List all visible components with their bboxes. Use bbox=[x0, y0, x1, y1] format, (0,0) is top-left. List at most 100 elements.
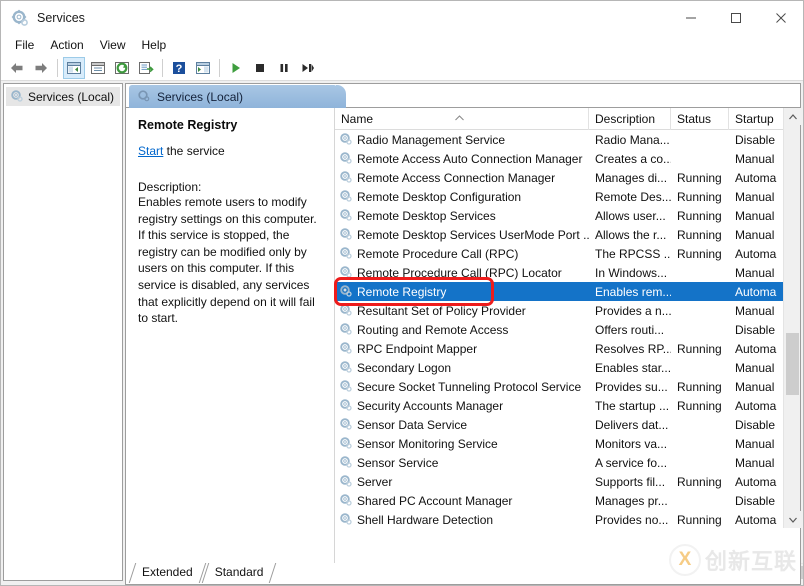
services-window: Services File Action View Help bbox=[0, 0, 804, 586]
cell-startup: Manual bbox=[729, 152, 791, 166]
table-row[interactable]: Routing and Remote AccessOffers routi...… bbox=[335, 320, 800, 339]
tree-item-label: Services (Local) bbox=[28, 90, 114, 104]
table-row[interactable]: Security Accounts ManagerThe startup ...… bbox=[335, 396, 800, 415]
cell-name: Radio Management Service bbox=[335, 132, 589, 148]
pane-tab-services-local[interactable]: Services (Local) bbox=[129, 85, 337, 108]
table-row[interactable]: ServerSupports fil...RunningAutomа bbox=[335, 472, 800, 491]
table-row[interactable]: Resultant Set of Policy ProviderProvides… bbox=[335, 301, 800, 320]
table-row[interactable]: Shell Hardware DetectionProvides no...Ru… bbox=[335, 510, 800, 528]
watermark-logo-icon: X bbox=[669, 544, 701, 576]
menu-view[interactable]: View bbox=[92, 36, 134, 54]
help-icon[interactable]: ? bbox=[168, 57, 190, 79]
stop-service-icon[interactable] bbox=[249, 57, 271, 79]
restart-service-icon[interactable] bbox=[297, 57, 319, 79]
table-row[interactable]: RPC Endpoint MapperResolves RP...Running… bbox=[335, 339, 800, 358]
services-gear-icon bbox=[137, 89, 150, 105]
window-title: Services bbox=[37, 11, 85, 25]
table-row[interactable]: Remote Access Auto Connection ManagerCre… bbox=[335, 149, 800, 168]
refresh-icon[interactable] bbox=[111, 57, 133, 79]
pause-service-icon[interactable] bbox=[273, 57, 295, 79]
properties-icon[interactable] bbox=[87, 57, 109, 79]
table-row[interactable]: Remote Desktop ConfigurationRemote Des..… bbox=[335, 187, 800, 206]
maximize-button[interactable] bbox=[713, 1, 758, 34]
cell-name: Remote Desktop Services bbox=[335, 208, 589, 224]
pane-content: Remote Registry Start the service Descri… bbox=[126, 108, 800, 580]
list-rows: Radio Management Service Radio Mana... Dis… bbox=[335, 130, 800, 528]
service-name-label: Remote Desktop Services UserMode Port ..… bbox=[357, 228, 589, 242]
cell-startup: Manual bbox=[729, 266, 791, 280]
table-row[interactable]: Sensor Monitoring ServiceMonitors va...M… bbox=[335, 434, 800, 453]
cell-description: Offers routi... bbox=[589, 323, 671, 337]
cell-name: Remote Registry bbox=[335, 284, 589, 300]
services-gear-icon bbox=[10, 89, 23, 105]
cell-description: Radio Mana... bbox=[589, 133, 671, 147]
services-gear-icon bbox=[339, 284, 352, 300]
column-header-name[interactable]: Name bbox=[335, 108, 589, 130]
cell-description: Allows user... bbox=[589, 209, 671, 223]
service-name-label: Sensor Service bbox=[357, 456, 438, 470]
table-row[interactable]: Remote Desktop ServicesAllows user...Run… bbox=[335, 206, 800, 225]
minimize-button[interactable] bbox=[668, 1, 713, 34]
cell-description: Creates a co... bbox=[589, 152, 671, 166]
cell-name: RPC Endpoint Mapper bbox=[335, 341, 589, 357]
window-controls bbox=[668, 1, 803, 34]
close-button[interactable] bbox=[758, 1, 803, 34]
service-name-label: Remote Access Connection Manager bbox=[357, 171, 555, 185]
sort-ascending-icon bbox=[455, 110, 464, 116]
cell-startup: Disable bbox=[729, 133, 791, 147]
cell-startup: Manual bbox=[729, 209, 791, 223]
service-name-label: Shared PC Account Manager bbox=[357, 494, 512, 508]
cell-startup: Automа bbox=[729, 171, 791, 185]
cell-startup: Automа bbox=[729, 513, 791, 527]
results-pane: Services (Local) Remote Registry Start t… bbox=[125, 83, 801, 581]
cell-name: Remote Access Connection Manager bbox=[335, 170, 589, 186]
show-hide-console-tree-icon[interactable] bbox=[63, 57, 85, 79]
table-row[interactable]: Remote Desktop Services UserMode Port ..… bbox=[335, 225, 800, 244]
view-tab-standard[interactable]: Standard bbox=[203, 563, 274, 583]
cell-startup: Automа bbox=[729, 399, 791, 413]
scroll-up-icon[interactable] bbox=[784, 108, 801, 125]
toolbar-separator-2 bbox=[162, 59, 163, 77]
table-row[interactable]: Sensor ServiceA service fo...Manual bbox=[335, 453, 800, 472]
start-service-link[interactable]: Start bbox=[138, 144, 163, 158]
table-row[interactable]: Remote Procedure Call (RPC) LocatorIn Wi… bbox=[335, 263, 800, 282]
vertical-scrollbar[interactable] bbox=[783, 108, 800, 528]
table-row[interactable]: Radio Management Service Radio Mana... Dis… bbox=[335, 130, 800, 149]
table-row[interactable]: Sensor Data ServiceDelivers dat...Disabl… bbox=[335, 415, 800, 434]
view-tab-extended[interactable]: Extended bbox=[130, 563, 203, 583]
table-row[interactable]: Shared PC Account ManagerManages pr...Di… bbox=[335, 491, 800, 510]
table-row[interactable]: Remote RegistryEnables rem...Automа bbox=[335, 282, 800, 301]
console-tree-pane: Services (Local) bbox=[3, 83, 123, 581]
vertical-scrollbar-thumb[interactable] bbox=[786, 333, 799, 395]
cell-status: Running bbox=[671, 513, 729, 527]
table-row[interactable]: Remote Procedure Call (RPC)The RPCSS ...… bbox=[335, 244, 800, 263]
menu-help[interactable]: Help bbox=[134, 36, 175, 54]
table-row[interactable]: Secure Socket Tunneling Protocol Service… bbox=[335, 377, 800, 396]
export-list-icon[interactable] bbox=[135, 57, 157, 79]
service-name-label: Radio Management Service bbox=[357, 133, 505, 147]
cell-startup: Disable bbox=[729, 323, 791, 337]
show-action-pane-icon[interactable] bbox=[192, 57, 214, 79]
tree-item-services-local[interactable]: Services (Local) bbox=[6, 87, 120, 106]
selected-service-name: Remote Registry bbox=[138, 118, 324, 132]
menu-file[interactable]: File bbox=[7, 36, 42, 54]
services-gear-icon bbox=[11, 9, 29, 27]
cell-name: Sensor Service bbox=[335, 455, 589, 471]
column-header-startup[interactable]: Startup bbox=[729, 108, 791, 130]
column-header-description[interactable]: Description bbox=[589, 108, 671, 130]
cell-startup: Manual bbox=[729, 380, 791, 394]
svg-text:?: ? bbox=[176, 63, 183, 75]
column-header-status[interactable]: Status bbox=[671, 108, 729, 130]
table-row[interactable]: Remote Access Connection ManagerManages … bbox=[335, 168, 800, 187]
back-arrow-icon[interactable] bbox=[6, 57, 28, 79]
toolbar: ? bbox=[1, 55, 803, 81]
services-gear-icon bbox=[339, 303, 352, 319]
cell-description: Resolves RP... bbox=[589, 342, 671, 356]
scroll-down-icon[interactable] bbox=[784, 511, 801, 528]
menu-action[interactable]: Action bbox=[42, 36, 91, 54]
forward-arrow-icon[interactable] bbox=[30, 57, 52, 79]
cell-description: Remote Des... bbox=[589, 190, 671, 204]
services-gear-icon bbox=[339, 360, 352, 376]
start-service-icon[interactable] bbox=[225, 57, 247, 79]
table-row[interactable]: Secondary LogonEnables star...Manual bbox=[335, 358, 800, 377]
